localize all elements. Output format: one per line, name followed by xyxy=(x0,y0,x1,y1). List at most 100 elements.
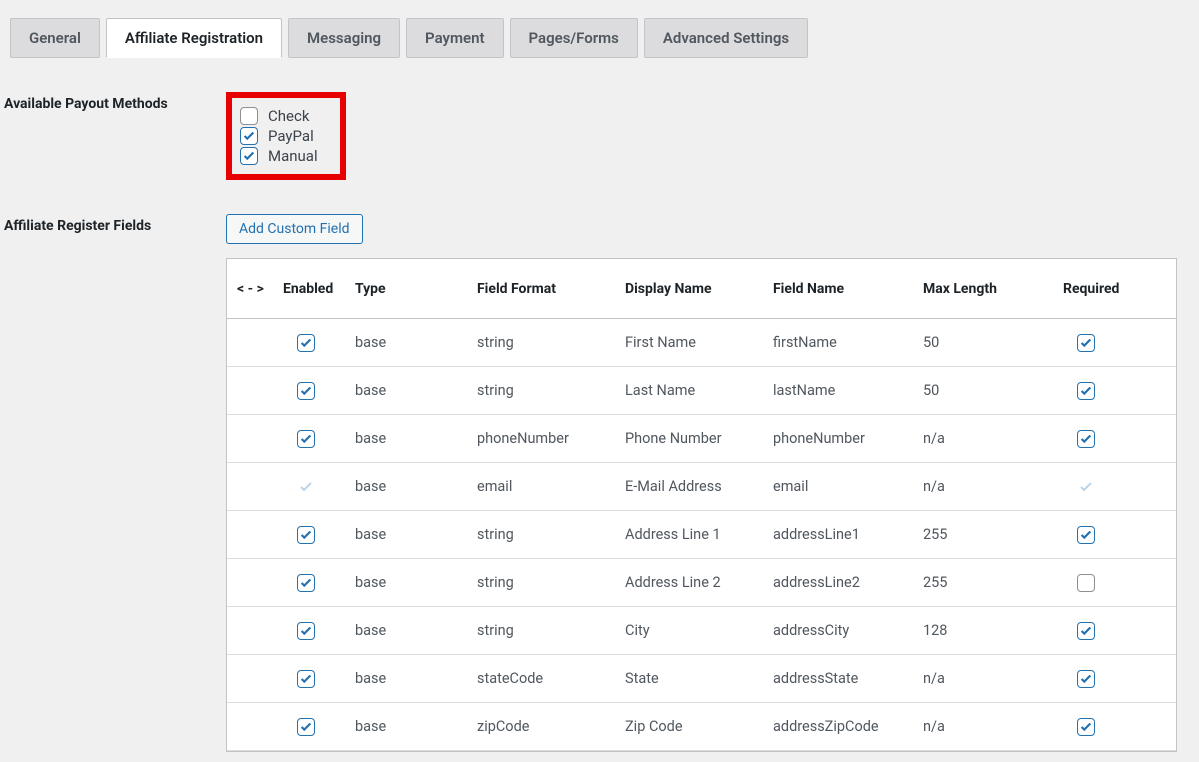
cell-maxlen: n/a xyxy=(923,430,1063,447)
table-row: baseemailE-Mail Addressemailn/a xyxy=(227,463,1176,511)
payout-item-label: Check xyxy=(268,107,309,125)
cell-fieldname: firstName xyxy=(773,334,923,351)
table-row: basestringAddress Line 1addressLine1255 xyxy=(227,511,1176,559)
table-row: basephoneNumberPhone NumberphoneNumbern/… xyxy=(227,415,1176,463)
required-checkbox[interactable] xyxy=(1077,526,1095,544)
enabled-cell xyxy=(283,670,355,688)
cell-maxlen: n/a xyxy=(923,478,1063,495)
table-row: basestateCodeStateaddressStaten/a xyxy=(227,655,1176,703)
add-custom-field-button[interactable]: Add Custom Field xyxy=(226,214,363,244)
cell-format: string xyxy=(477,526,625,543)
cell-fieldname: lastName xyxy=(773,382,923,399)
cell-format: zipCode xyxy=(477,718,625,735)
cell-type: base xyxy=(355,526,477,543)
cell-type: base xyxy=(355,622,477,639)
tab-general[interactable]: General xyxy=(10,18,100,58)
tab-payment[interactable]: Payment xyxy=(406,18,503,58)
register-section: Add Custom Field < - > Enabled Type Fiel… xyxy=(226,214,1177,752)
required-checkbox[interactable] xyxy=(1077,430,1095,448)
cell-display: Address Line 1 xyxy=(625,526,773,543)
required-checkbox[interactable] xyxy=(1077,718,1095,736)
enabled-checkbox[interactable] xyxy=(297,670,315,688)
payout-item-label: Manual xyxy=(268,147,318,165)
payout-item-check: Check xyxy=(240,106,318,126)
payout-label: Available Payout Methods xyxy=(0,92,226,112)
enabled-checkbox[interactable] xyxy=(297,574,315,592)
payout-checkbox-manual[interactable] xyxy=(240,147,258,165)
col-header-required: Required xyxy=(1063,281,1153,297)
required-cell xyxy=(1063,622,1153,640)
cell-fieldname: addressState xyxy=(773,670,923,687)
tab-pages-forms[interactable]: Pages/Forms xyxy=(510,18,638,58)
required-cell xyxy=(1063,334,1153,352)
required-cell xyxy=(1063,430,1153,448)
required-cell xyxy=(1063,478,1153,496)
cell-fieldname: addressCity xyxy=(773,622,923,639)
cell-fieldname: phoneNumber xyxy=(773,430,923,447)
payout-item-paypal: PayPal xyxy=(240,126,318,146)
cell-type: base xyxy=(355,334,477,351)
payout-checkbox-check[interactable] xyxy=(240,107,258,125)
enabled-cell xyxy=(283,334,355,352)
payout-checkbox-paypal[interactable] xyxy=(240,127,258,145)
payout-item-manual: Manual xyxy=(240,146,318,166)
col-header-type: Type xyxy=(355,281,477,297)
register-label: Affiliate Register Fields xyxy=(0,214,226,234)
table-row: basestringLast NamelastName50 xyxy=(227,367,1176,415)
cell-type: base xyxy=(355,670,477,687)
cell-format: string xyxy=(477,382,625,399)
enabled-cell xyxy=(283,526,355,544)
table-header: < - > Enabled Type Field Format Display … xyxy=(227,259,1176,319)
cell-maxlen: n/a xyxy=(923,718,1063,735)
required-checkbox xyxy=(1077,478,1095,496)
cell-display: Phone Number xyxy=(625,430,773,447)
enabled-checkbox[interactable] xyxy=(297,718,315,736)
table-row: basezipCodeZip CodeaddressZipCoden/a xyxy=(227,703,1176,751)
enabled-cell xyxy=(283,382,355,400)
required-cell xyxy=(1063,574,1153,592)
enabled-checkbox[interactable] xyxy=(297,430,315,448)
required-cell xyxy=(1063,526,1153,544)
enabled-checkbox[interactable] xyxy=(297,526,315,544)
required-checkbox[interactable] xyxy=(1077,622,1095,640)
required-checkbox[interactable] xyxy=(1077,670,1095,688)
enabled-cell xyxy=(283,478,355,496)
cell-format: stateCode xyxy=(477,670,625,687)
tab-messaging[interactable]: Messaging xyxy=(288,18,400,58)
cell-type: base xyxy=(355,430,477,447)
enabled-cell xyxy=(283,718,355,736)
cell-maxlen: 50 xyxy=(923,382,1063,399)
cell-maxlen: n/a xyxy=(923,670,1063,687)
cell-maxlen: 128 xyxy=(923,622,1063,639)
enabled-checkbox xyxy=(297,478,315,496)
required-cell xyxy=(1063,670,1153,688)
payout-highlight-box: Check PayPal Manual xyxy=(226,92,346,180)
enabled-checkbox[interactable] xyxy=(297,334,315,352)
table-row: basestringFirst NamefirstName50 xyxy=(227,319,1176,367)
cell-display: State xyxy=(625,670,773,687)
cell-fieldname: addressZipCode xyxy=(773,718,923,735)
tab-advanced-settings[interactable]: Advanced Settings xyxy=(644,18,808,58)
cell-fieldname: addressLine1 xyxy=(773,526,923,543)
cell-type: base xyxy=(355,718,477,735)
payout-item-label: PayPal xyxy=(268,127,314,145)
cell-format: string xyxy=(477,334,625,351)
cell-display: Last Name xyxy=(625,382,773,399)
enabled-checkbox[interactable] xyxy=(297,622,315,640)
cell-maxlen: 50 xyxy=(923,334,1063,351)
cell-format: string xyxy=(477,622,625,639)
required-checkbox[interactable] xyxy=(1077,382,1095,400)
table-row: basestringAddress Line 2addressLine2255 xyxy=(227,559,1176,607)
cell-type: base xyxy=(355,382,477,399)
col-header-maxlen: Max Length xyxy=(923,281,1063,297)
payout-row: Available Payout Methods Check PayPal Ma… xyxy=(0,82,1199,190)
required-cell xyxy=(1063,718,1153,736)
enabled-checkbox[interactable] xyxy=(297,382,315,400)
col-header-format: Field Format xyxy=(477,281,625,297)
required-checkbox[interactable] xyxy=(1077,574,1095,592)
required-checkbox[interactable] xyxy=(1077,334,1095,352)
tab-affiliate-registration[interactable]: Affiliate Registration xyxy=(106,18,282,58)
fields-table: < - > Enabled Type Field Format Display … xyxy=(226,258,1177,752)
required-cell xyxy=(1063,382,1153,400)
register-row: Affiliate Register Fields Add Custom Fie… xyxy=(0,204,1199,762)
